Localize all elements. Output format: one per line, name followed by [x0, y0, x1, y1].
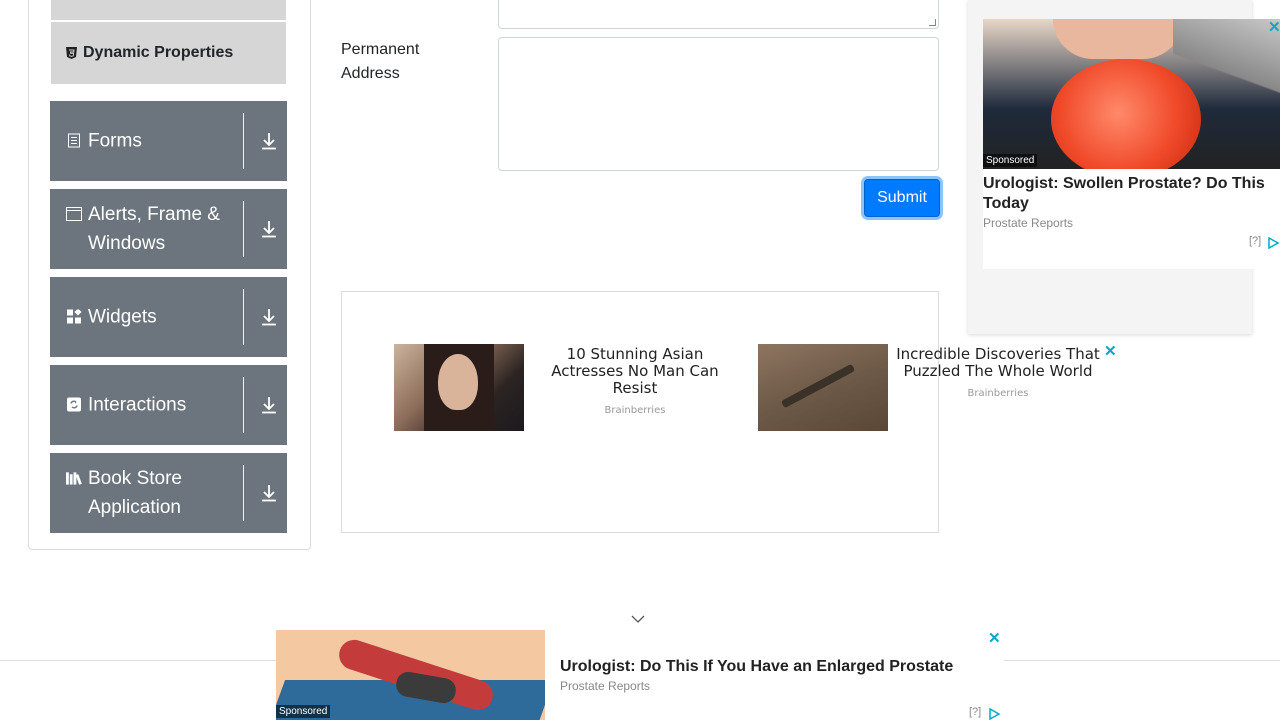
sidebar-group-alerts[interactable]: Alerts, Frame & Windows: [50, 189, 287, 269]
adchoices-icon[interactable]: [1268, 236, 1280, 250]
sponsored-badge: Sponsored: [983, 154, 1038, 167]
ad-source: Prostate Reports: [983, 216, 1074, 230]
ad-info-link[interactable]: [?]: [1249, 235, 1261, 247]
download-arrow-icon[interactable]: [256, 392, 282, 418]
ad-title[interactable]: Urologist: Swollen Prostate? Do This Tod…: [983, 174, 1273, 214]
html5-icon: [65, 47, 77, 59]
group-label: Alerts, Frame & Windows: [88, 204, 220, 254]
window-icon: [66, 206, 82, 222]
sidebar-sub-item[interactable]: [51, 0, 286, 20]
ad-source: Prostate Reports: [560, 679, 651, 693]
interactions-icon: [66, 397, 82, 413]
submit-button[interactable]: Submit: [864, 179, 940, 217]
ad-image-detail: [438, 354, 478, 410]
group-divider: [243, 113, 244, 169]
permanent-address-textarea[interactable]: [498, 37, 939, 171]
sidebar-item-dynamic-properties[interactable]: Dynamic Properties: [51, 22, 286, 84]
widgets-icon: [66, 309, 82, 325]
ad-image-detail: [780, 363, 856, 409]
group-label: Widgets: [88, 306, 157, 328]
download-arrow-icon[interactable]: [256, 128, 282, 154]
group-label: Book Store Application: [88, 468, 182, 518]
group-divider: [243, 289, 244, 345]
form-icon: [66, 133, 82, 149]
download-arrow-icon[interactable]: [256, 480, 282, 506]
ad-source: Brainberries: [604, 405, 666, 416]
books-icon: [66, 470, 82, 486]
ad-image[interactable]: [758, 344, 888, 431]
sidebar-group-interactions[interactable]: Interactions: [50, 365, 287, 445]
ad-image[interactable]: [394, 344, 524, 431]
sidebar-item-label: Dynamic Properties: [83, 44, 234, 61]
download-arrow-icon[interactable]: [256, 216, 282, 242]
close-icon[interactable]: ✕: [988, 629, 1001, 647]
group-divider: [243, 377, 244, 433]
group-divider: [243, 465, 244, 521]
ad-title[interactable]: Urologist: Do This If You Have an Enlarg…: [560, 657, 990, 677]
ad-title[interactable]: Incredible Discoveries That Puzzled The …: [888, 346, 1108, 380]
ad-info-link[interactable]: [?]: [969, 706, 981, 718]
group-divider: [243, 201, 244, 257]
permanent-address-label: Permanent Address: [341, 41, 420, 82]
ad-image[interactable]: [983, 19, 1280, 169]
group-label: Interactions: [88, 394, 187, 416]
close-icon[interactable]: ✕: [1268, 18, 1280, 36]
current-address-textarea[interactable]: [498, 0, 939, 29]
ad-title[interactable]: 10 Stunning Asian Actresses No Man Can R…: [530, 346, 740, 397]
chevron-down-icon[interactable]: [630, 611, 646, 627]
sidebar-group-forms[interactable]: Forms: [50, 101, 287, 181]
resize-grip-icon[interactable]: [929, 19, 936, 26]
sidebar-group-widgets[interactable]: Widgets: [50, 277, 287, 357]
download-arrow-icon[interactable]: [256, 304, 282, 330]
group-label: Forms: [88, 130, 142, 152]
sidebar-group-book-store[interactable]: Book Store Application: [50, 453, 287, 533]
ad-image-detail: [1053, 19, 1183, 59]
sponsored-badge: Sponsored: [276, 705, 331, 718]
adchoices-icon[interactable]: [989, 707, 1001, 721]
ad-image-detail: [1173, 19, 1280, 169]
ad-source: Brainberries: [967, 388, 1029, 399]
close-icon[interactable]: ✕: [1104, 342, 1117, 360]
